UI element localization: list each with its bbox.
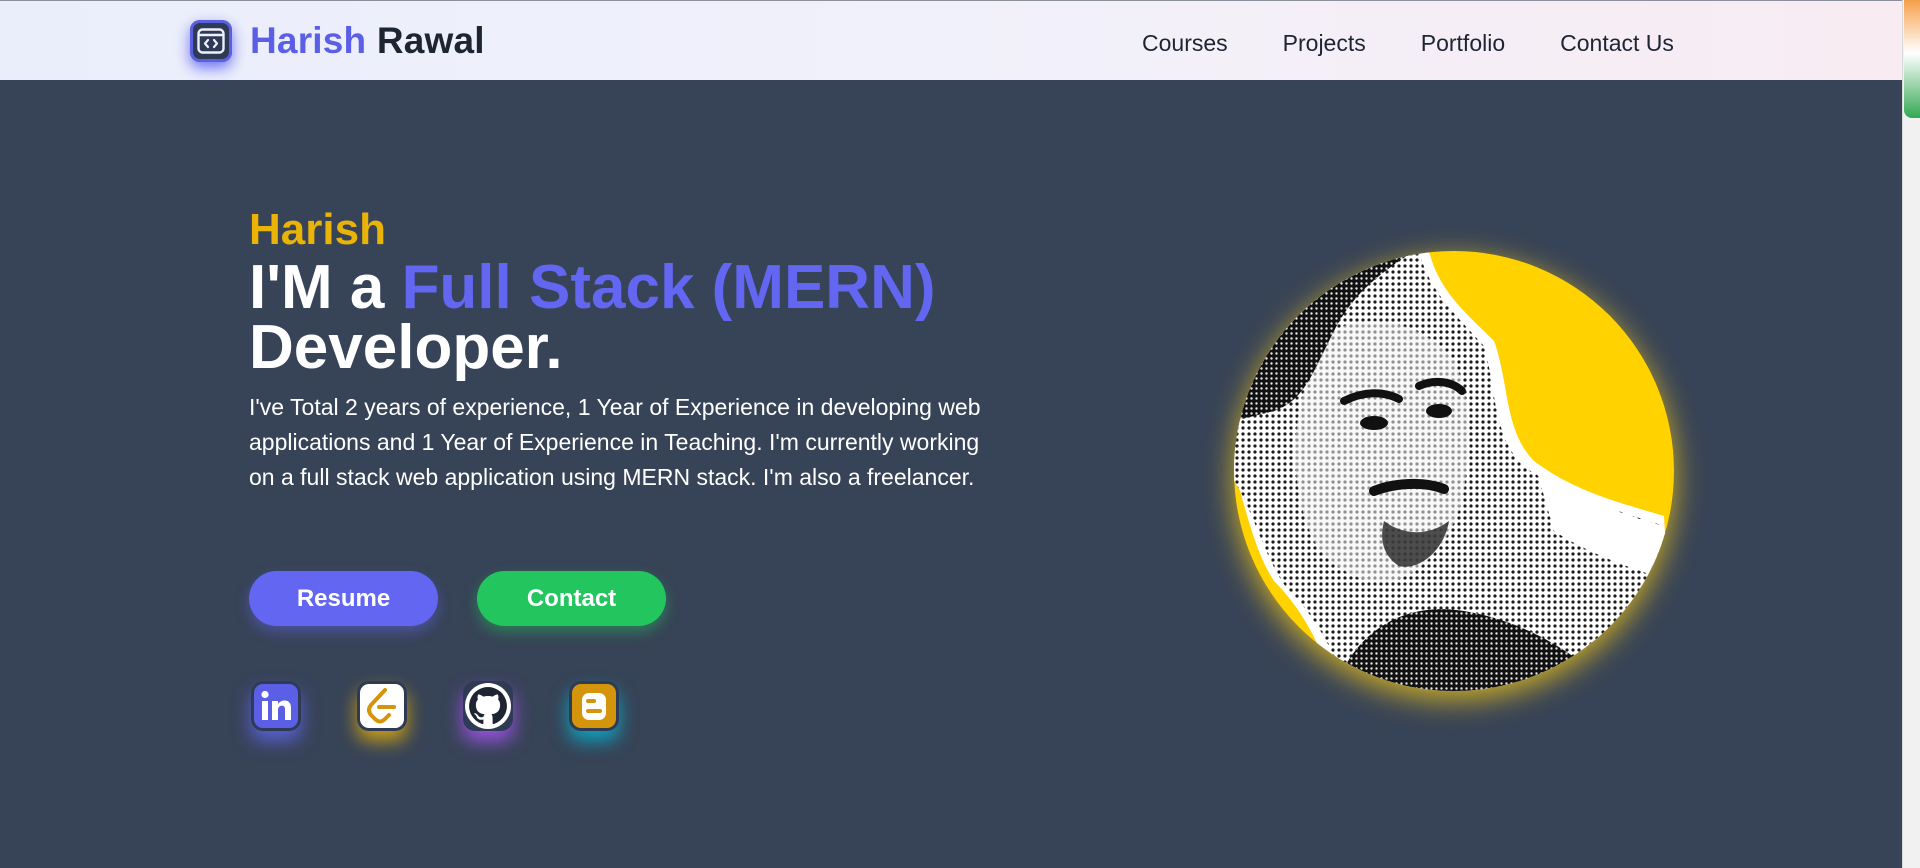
code-brackets-icon <box>190 20 232 62</box>
hero-section: Harish I'M a Full Stack (MERN) Developer… <box>249 204 1009 495</box>
nav-link-portfolio[interactable]: Portfolio <box>1421 28 1505 58</box>
hero-name: Harish <box>249 205 386 254</box>
nav-links: Courses Projects Portfolio Contact Us <box>1142 28 1729 58</box>
hero-description: I've Total 2 years of experience, 1 Year… <box>249 394 981 490</box>
brand-name: Harish Rawal <box>250 20 485 62</box>
contact-button[interactable]: Contact <box>477 571 666 626</box>
nav-link-contact-us[interactable]: Contact Us <box>1560 28 1674 58</box>
scrollbar-thumb[interactable] <box>1904 0 1920 118</box>
nav-link-projects[interactable]: Projects <box>1283 28 1366 58</box>
hero-title: I'M a Full Stack (MERN) Developer. <box>249 257 1009 379</box>
brand[interactable]: Harish Rawal <box>190 19 485 63</box>
nav-link-courses[interactable]: Courses <box>1142 28 1228 58</box>
top-navbar: Harish Rawal Courses Projects Portfolio … <box>0 0 1902 80</box>
brand-first-name: Harish <box>250 20 367 61</box>
linkedin-icon[interactable] <box>251 681 301 731</box>
hero-title-accent: Full Stack (MERN) <box>401 253 936 322</box>
profile-photo <box>1234 251 1674 691</box>
blogger-icon[interactable] <box>569 681 619 731</box>
resume-button[interactable]: Resume <box>249 571 438 626</box>
leetcode-icon[interactable] <box>357 681 407 731</box>
hero-title-prefix: I'M a <box>249 253 402 322</box>
vertical-scrollbar[interactable] <box>1902 0 1920 868</box>
social-links <box>251 681 675 731</box>
brand-last-name: Rawal <box>376 20 485 61</box>
hero-title-suffix: Developer. <box>249 313 563 382</box>
github-icon[interactable] <box>463 681 513 731</box>
